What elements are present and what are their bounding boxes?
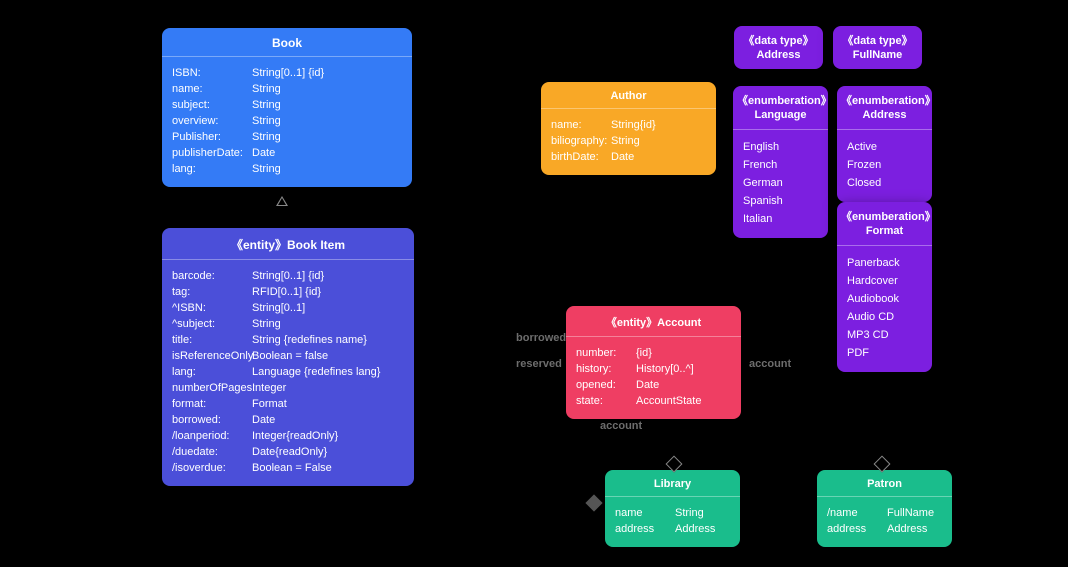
- class-title: 《entity》Book Item: [162, 228, 414, 260]
- attr-row: /loanperiod:Integer{readOnly}: [172, 428, 404, 444]
- class-title: Author: [541, 82, 716, 109]
- attr-row: addressAddress: [615, 521, 730, 537]
- class-body: English French German Spanish Italian: [733, 130, 828, 238]
- enum-item: Italian: [743, 210, 818, 228]
- class-title: Library: [605, 470, 740, 497]
- class-body: Active Frozen Closed: [837, 130, 932, 202]
- attr-row: subject:String: [172, 97, 402, 113]
- attr-row: addressAddress: [827, 521, 942, 537]
- attr-row: Publisher:String: [172, 129, 402, 145]
- class-body: barcode:String[0..1] {id} tag:RFID[0..1]…: [162, 260, 414, 486]
- class-title: 《enumberation》 Address: [837, 86, 932, 130]
- attr-row: state:AccountState: [576, 393, 731, 409]
- attr-row: nameString: [615, 505, 730, 521]
- assoc-label-account: account: [749, 358, 791, 370]
- attr-row: name:String: [172, 81, 402, 97]
- class-title: 《data type》 Address: [734, 26, 823, 69]
- class-account[interactable]: 《entity》Account number:{id} history:Hist…: [566, 306, 741, 419]
- attr-row: biliography:String: [551, 133, 706, 149]
- attr-row: format:Format: [172, 396, 404, 412]
- composition-diamond-icon: [586, 495, 603, 512]
- class-body: Panerback Hardcover Audiobook Audio CD M…: [837, 246, 932, 372]
- enum-item: MP3 CD: [847, 326, 922, 344]
- class-title: 《enumberation》 Language: [733, 86, 828, 130]
- assoc-label-borrowed: borrowed: [516, 332, 566, 344]
- enum-item: Audio CD: [847, 308, 922, 326]
- enum-item: German: [743, 174, 818, 192]
- class-title: 《enumberation》 Format: [837, 202, 932, 246]
- attr-row: history:History[0..^]: [576, 361, 731, 377]
- attr-row: number:{id}: [576, 345, 731, 361]
- assoc-label-account2: account: [600, 420, 642, 432]
- attr-row: numberOfPages:Integer: [172, 380, 404, 396]
- class-library[interactable]: Library nameString addressAddress: [605, 470, 740, 547]
- attr-row: overview:String: [172, 113, 402, 129]
- class-title: 《data type》 FullName: [833, 26, 922, 69]
- assoc-label-reserved: reserved: [516, 358, 562, 370]
- attr-row: birthDate:Date: [551, 149, 706, 165]
- class-patron[interactable]: Patron /nameFullName addressAddress: [817, 470, 952, 547]
- class-title: Patron: [817, 470, 952, 497]
- attr-row: publisherDate:Date: [172, 145, 402, 161]
- attr-row: /duedate:Date{readOnly}: [172, 444, 404, 460]
- class-author[interactable]: Author name:String{id} biliography:Strin…: [541, 82, 716, 175]
- enum-address[interactable]: 《enumberation》 Address Active Frozen Clo…: [837, 86, 932, 202]
- attr-row: opened:Date: [576, 377, 731, 393]
- datatype-address[interactable]: 《data type》 Address: [734, 26, 823, 69]
- generalization-arrow-icon: [276, 196, 288, 206]
- enum-item: English: [743, 138, 818, 156]
- enum-item: Hardcover: [847, 272, 922, 290]
- enum-item: Frozen: [847, 156, 922, 174]
- enum-language[interactable]: 《enumberation》 Language English French G…: [733, 86, 828, 238]
- class-body: /nameFullName addressAddress: [817, 497, 952, 547]
- enum-item: Spanish: [743, 192, 818, 210]
- attr-row: tag:RFID[0..1] {id}: [172, 284, 404, 300]
- enum-item: PDF: [847, 344, 922, 362]
- attr-row: ^ISBN:String[0..1]: [172, 300, 404, 316]
- attr-row: barcode:String[0..1] {id}: [172, 268, 404, 284]
- enum-item: Audiobook: [847, 290, 922, 308]
- attr-row: ^subject:String: [172, 316, 404, 332]
- class-book-item[interactable]: 《entity》Book Item barcode:String[0..1] {…: [162, 228, 414, 486]
- attr-row: lang:Language {redefines lang}: [172, 364, 404, 380]
- attr-row: /nameFullName: [827, 505, 942, 521]
- attr-row: isReferenceOnlyBoolean = false: [172, 348, 404, 364]
- class-body: name:String{id} biliography:String birth…: [541, 109, 716, 175]
- class-body: nameString addressAddress: [605, 497, 740, 547]
- enum-item: Panerback: [847, 254, 922, 272]
- attr-row: /isoverdue:Boolean = False: [172, 460, 404, 476]
- enum-item: Active: [847, 138, 922, 156]
- attr-row: lang:String: [172, 161, 402, 177]
- enum-item: French: [743, 156, 818, 174]
- attr-row: ISBN:String[0..1] {id}: [172, 65, 402, 81]
- attr-row: name:String{id}: [551, 117, 706, 133]
- class-book[interactable]: Book ISBN:String[0..1] {id} name:String …: [162, 28, 412, 187]
- attr-row: borrowed:Date: [172, 412, 404, 428]
- datatype-fullname[interactable]: 《data type》 FullName: [833, 26, 922, 69]
- enum-format[interactable]: 《enumberation》 Format Panerback Hardcove…: [837, 202, 932, 372]
- class-body: number:{id} history:History[0..^] opened…: [566, 337, 741, 419]
- enum-item: Closed: [847, 174, 922, 192]
- class-title: 《entity》Account: [566, 306, 741, 337]
- attr-row: title:String {redefines name}: [172, 332, 404, 348]
- class-body: ISBN:String[0..1] {id} name:String subje…: [162, 57, 412, 187]
- class-title: Book: [162, 28, 412, 57]
